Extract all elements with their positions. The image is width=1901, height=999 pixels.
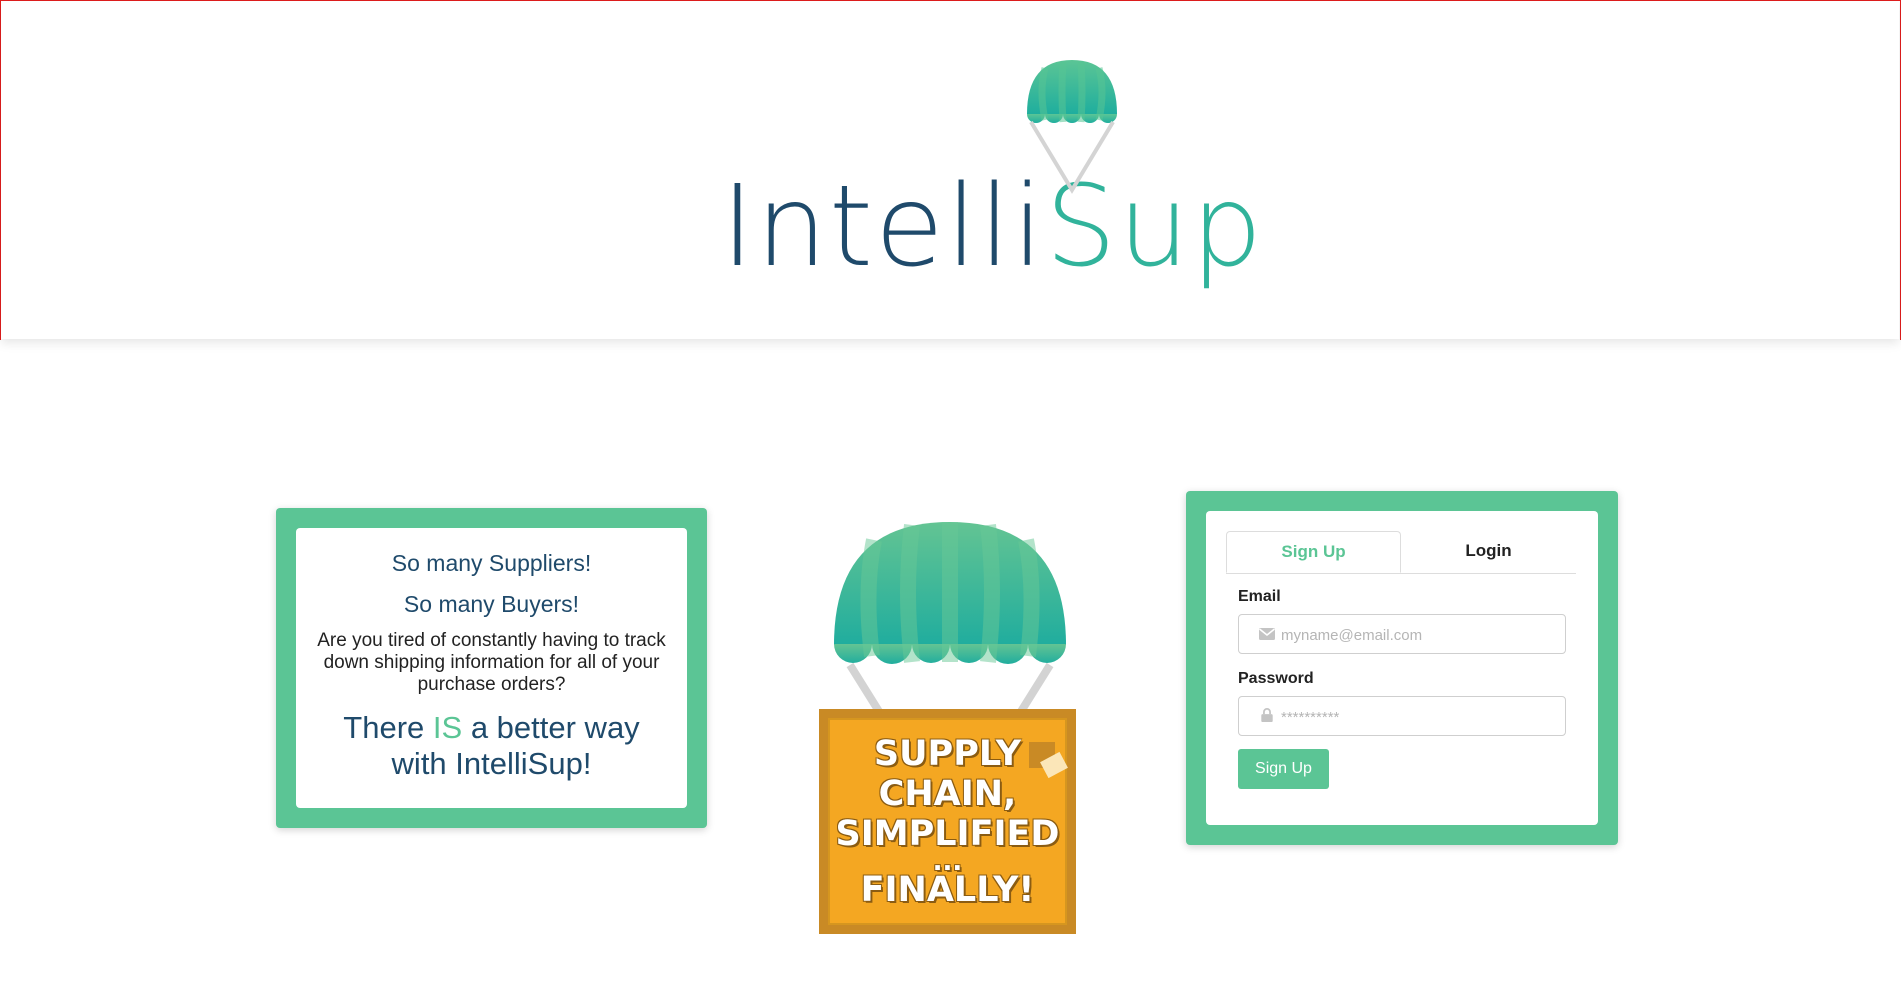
email-field-wrapper <box>1238 614 1566 655</box>
intellisup-logo[interactable]: IntelliSup <box>721 56 1262 296</box>
pitch-tagline-accent: IS <box>432 710 463 745</box>
main-content: So many Suppliers! So many Buyers! Are y… <box>0 340 1901 999</box>
pitch-line-suppliers: So many Suppliers! <box>391 550 592 576</box>
password-field[interactable] <box>1279 697 1563 737</box>
supply-crate: SUPPLY CHAIN, SIMPLIFIED ... FINALLY! <box>819 709 1076 934</box>
lock-icon <box>1261 708 1273 722</box>
logo-wordmark: IntelliSup <box>721 171 1264 283</box>
pitch-tagline: There IS a better way with IntelliSup! <box>316 710 667 782</box>
tab-sign-up[interactable]: Sign Up <box>1226 531 1402 573</box>
tab-login[interactable]: Login <box>1401 531 1576 573</box>
crate-line-2: CHAIN, <box>878 773 1017 814</box>
crate-line-1: SUPPLY <box>873 733 1022 774</box>
password-field-wrapper <box>1238 696 1566 737</box>
crate-line-4: ... <box>932 846 963 877</box>
crate-line-5: FINALLY! <box>860 869 1035 910</box>
pitch-line-buyers: So many Buyers! <box>403 591 580 617</box>
signup-form: Email Password Sign Up <box>1226 588 1578 789</box>
pitch-card-body: So many Suppliers! So many Buyers! Are y… <box>296 528 687 808</box>
crate-face: SUPPLY CHAIN, SIMPLIFIED ... FINALLY! <box>828 718 1068 925</box>
logo-wordmark-part1: Intelli <box>721 162 1046 292</box>
auth-card: Sign Up Login Email Password <box>1186 491 1618 845</box>
parachute-icon <box>1027 60 1117 194</box>
pitch-card: So many Suppliers! So many Buyers! Are y… <box>276 508 707 828</box>
email-field[interactable] <box>1279 615 1563 655</box>
auth-tabs: Sign Up Login <box>1226 531 1576 574</box>
password-label: Password <box>1238 670 1314 687</box>
sign-up-button[interactable]: Sign Up <box>1238 749 1329 789</box>
envelope-icon <box>1259 628 1275 640</box>
auth-card-body: Sign Up Login Email Password <box>1206 511 1598 825</box>
site-header: IntelliSup <box>1 1 1899 339</box>
pitch-tagline-start: There <box>343 710 433 745</box>
email-label: Email <box>1238 588 1281 605</box>
pitch-question: Are you tired of constantly having to tr… <box>317 630 666 695</box>
